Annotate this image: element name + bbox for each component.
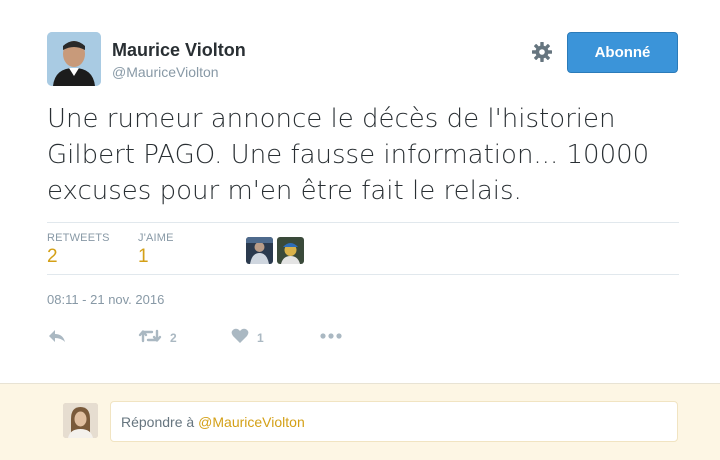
follow-button[interactable]: Abonné (567, 32, 678, 73)
reply-action[interactable] (47, 328, 67, 347)
author-handle[interactable]: @MauriceViolton (112, 64, 219, 80)
likes-label[interactable]: J'AIME (138, 232, 174, 244)
author-name[interactable]: Maurice Violton (112, 40, 246, 61)
tweet-timestamp[interactable]: 08:11 - 21 nov. 2016 (47, 292, 164, 307)
reply-prefix: Répondre à (121, 413, 195, 430)
retweet-action[interactable]: 2 (138, 328, 177, 347)
retweets-count[interactable]: 2 (47, 246, 58, 268)
more-action[interactable] (319, 328, 343, 347)
reply-mention: @MauriceViolton (198, 413, 305, 430)
tweet-text-line: excuses pour m'en être fait le relais. (47, 176, 522, 206)
like-action[interactable]: 1 (231, 328, 264, 347)
tweet-text-line: Une rumeur annonce le décès de l'histori… (47, 104, 616, 134)
current-user-avatar (63, 403, 98, 438)
more-icon (319, 328, 343, 347)
liker-avatars (246, 237, 304, 264)
heart-icon (231, 328, 249, 347)
like-count: 1 (257, 330, 264, 345)
likes-count[interactable]: 1 (138, 246, 149, 268)
tweet-text-line: Gilbert PAGO. Une fausse information... … (47, 140, 650, 170)
retweet-count: 2 (170, 330, 177, 345)
liker-avatar[interactable] (277, 237, 304, 264)
divider (47, 222, 679, 223)
liker-avatar[interactable] (246, 237, 273, 264)
gear-icon[interactable] (530, 40, 554, 64)
divider (47, 274, 679, 275)
reply-icon (47, 328, 67, 347)
retweet-icon (138, 328, 162, 347)
tweet-card: Maurice Violton @MauriceViolton Abonné U… (0, 0, 720, 383)
reply-bar: Répondre à @MauriceViolton (0, 383, 720, 460)
author-avatar[interactable] (47, 32, 101, 86)
retweets-label[interactable]: RETWEETS (47, 232, 110, 244)
reply-input[interactable]: Répondre à @MauriceViolton (110, 401, 678, 442)
tweet-text: Une rumeur annonce le décès de l'histori… (47, 101, 687, 209)
